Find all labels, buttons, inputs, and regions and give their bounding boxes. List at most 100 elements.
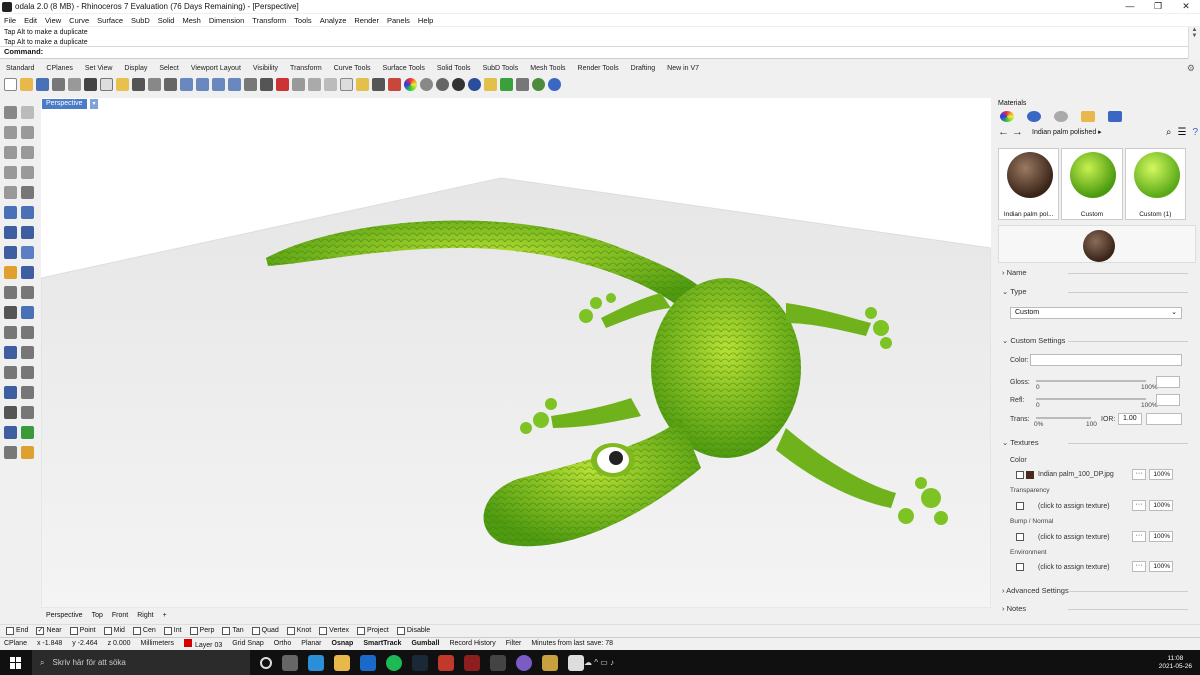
menu-tools[interactable]: Tools: [294, 16, 312, 25]
section-textures[interactable]: ⌄ Textures: [1002, 438, 1186, 447]
osnap-vertex[interactable]: Vertex: [319, 626, 349, 635]
refl-value[interactable]: [1156, 394, 1180, 406]
taskbar-search[interactable]: ⌕ Skriv här för att söka: [32, 650, 250, 675]
filter-toggle[interactable]: Filter: [506, 640, 522, 647]
dimension-icon[interactable]: [21, 366, 34, 379]
tab-drafting[interactable]: Drafting: [631, 65, 656, 72]
command-scrollbar[interactable]: ▲ ▼: [1188, 27, 1200, 59]
viewtab-right[interactable]: Right: [137, 612, 153, 619]
windows-start-icon[interactable]: [10, 656, 22, 669]
cplane-label[interactable]: CPlane: [4, 640, 27, 647]
grid-array-icon[interactable]: [4, 406, 17, 419]
light-icon[interactable]: [484, 77, 497, 91]
menu-surface[interactable]: Surface: [97, 16, 123, 25]
texture-bump-amount[interactable]: 100%: [1149, 531, 1173, 542]
tab-standard[interactable]: Standard: [6, 65, 34, 72]
tab-viewport-layout[interactable]: Viewport Layout: [191, 65, 241, 72]
texture-bump-more-button[interactable]: ···: [1132, 531, 1146, 542]
tab-render-tools[interactable]: Render Tools: [578, 65, 619, 72]
assign-texture-link[interactable]: (click to assign texture): [1038, 534, 1110, 541]
texture-color-amount[interactable]: 100%: [1149, 469, 1173, 480]
gear-icon[interactable]: ⚙: [1187, 63, 1195, 74]
cplane-icon[interactable]: [276, 77, 289, 91]
select-icon[interactable]: [324, 77, 337, 91]
assign-texture-link[interactable]: (click to assign texture): [1038, 503, 1110, 510]
close-button[interactable]: ✕: [1172, 1, 1200, 12]
material-thumbnail[interactable]: Custom (1): [1124, 148, 1186, 220]
tab-surface-tools[interactable]: Surface Tools: [383, 65, 425, 72]
minimize-button[interactable]: —: [1116, 1, 1144, 12]
league-icon[interactable]: [542, 654, 558, 671]
move-icon[interactable]: [164, 77, 177, 91]
array-icon[interactable]: [4, 366, 17, 379]
tab-display[interactable]: Display: [124, 65, 147, 72]
spotify-icon[interactable]: [386, 654, 402, 671]
box-icon[interactable]: [4, 226, 17, 239]
game-icon[interactable]: [438, 654, 454, 671]
ellipse-icon[interactable]: [4, 186, 17, 199]
perspective-viewport[interactable]: [41, 98, 991, 608]
explode-icon[interactable]: [21, 306, 34, 319]
properties-icon[interactable]: [340, 77, 353, 91]
planar-toggle[interactable]: Planar: [301, 640, 321, 647]
smarttrack-toggle[interactable]: SmartTrack: [363, 640, 401, 647]
split-icon[interactable]: [21, 286, 34, 299]
units-label[interactable]: Millimeters: [141, 640, 174, 647]
folder-tab-icon[interactable]: [1081, 111, 1095, 122]
section-advanced-settings[interactable]: › Advanced Settings: [1002, 586, 1188, 595]
texture-color-more-button[interactable]: ···: [1132, 469, 1146, 480]
color-swatch-field[interactable]: [1030, 354, 1182, 366]
pan-hand-icon[interactable]: [148, 77, 161, 91]
back-arrow-icon[interactable]: ←: [998, 126, 1012, 138]
lock-icon[interactable]: [372, 77, 385, 91]
viewtab-perspective[interactable]: Perspective: [46, 612, 83, 619]
cylinder-icon[interactable]: [4, 246, 17, 259]
mirror-icon[interactable]: [21, 346, 34, 359]
polyline-icon[interactable]: [4, 126, 17, 139]
circle-icon[interactable]: [4, 146, 17, 159]
trans-slider[interactable]: [1036, 417, 1091, 419]
gumball-toggle[interactable]: Gumball: [411, 640, 439, 647]
steam-icon[interactable]: [412, 654, 428, 671]
arc-icon[interactable]: [21, 146, 34, 159]
forward-arrow-icon[interactable]: →: [1012, 126, 1026, 138]
osnap-end[interactable]: End: [6, 626, 28, 635]
menu-icon[interactable]: ☰: [1177, 127, 1186, 138]
material-sphere-icon[interactable]: [452, 77, 465, 91]
section-notes[interactable]: › Notes: [1002, 604, 1190, 613]
record-history-toggle[interactable]: Record History: [449, 640, 495, 647]
zoom-extents-icon[interactable]: [212, 77, 225, 91]
extrude-icon[interactable]: [21, 206, 34, 219]
texture-transparency-amount[interactable]: 100%: [1149, 500, 1173, 511]
system-tray-icons[interactable]: ☁ ^ ▭ ♪: [584, 658, 614, 667]
app-icon[interactable]: [490, 654, 506, 671]
osnap-point[interactable]: Point: [69, 626, 96, 635]
paste-icon[interactable]: [116, 77, 129, 91]
ortho-toggle[interactable]: Ortho: [274, 640, 292, 647]
menu-dimension[interactable]: Dimension: [209, 16, 244, 25]
curve-icon[interactable]: [21, 126, 34, 139]
cut-icon[interactable]: [84, 77, 97, 91]
render-icon[interactable]: [4, 446, 17, 459]
menu-file[interactable]: File: [4, 16, 16, 25]
zoom-icon[interactable]: [180, 77, 193, 91]
menu-curve[interactable]: Curve: [69, 16, 89, 25]
zoom-selected-icon[interactable]: [228, 77, 241, 91]
add-viewport-tab[interactable]: +: [163, 612, 167, 619]
tab-cplanes[interactable]: CPlanes: [46, 65, 72, 72]
named-views-icon[interactable]: [292, 77, 305, 91]
block-icon[interactable]: [4, 386, 17, 399]
sphere-icon[interactable]: [420, 77, 433, 91]
menu-panels[interactable]: Panels: [387, 16, 410, 25]
rotate-view-icon[interactable]: [244, 77, 257, 91]
menu-subd[interactable]: SubD: [131, 16, 150, 25]
menu-view[interactable]: View: [45, 16, 61, 25]
viewtab-front[interactable]: Front: [112, 612, 128, 619]
assign-texture-link[interactable]: (click to assign texture): [1038, 564, 1110, 571]
tab-visibility[interactable]: Visibility: [253, 65, 278, 72]
import-icon[interactable]: [68, 77, 81, 91]
section-name[interactable]: › Name: [1002, 268, 1186, 277]
section-custom-settings[interactable]: ⌄ Custom Settings: [1002, 336, 1190, 345]
material-thumbnail[interactable]: Custom: [1061, 148, 1123, 220]
library-tab-icon[interactable]: [1108, 111, 1122, 122]
